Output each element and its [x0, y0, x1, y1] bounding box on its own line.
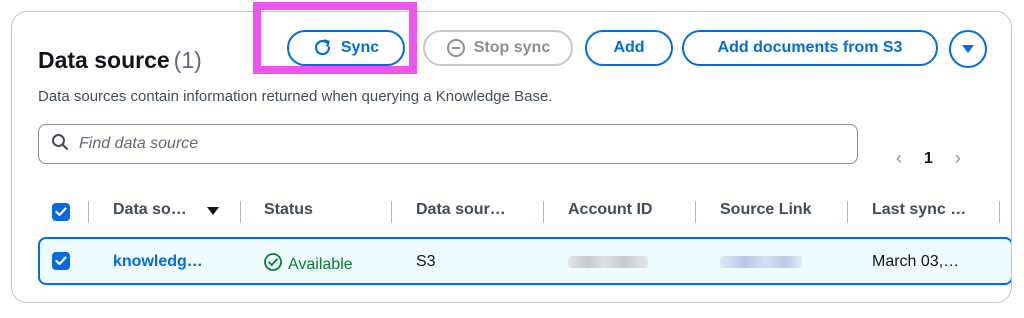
last-sync-date: March 03,…	[872, 253, 960, 270]
check-circle-icon	[264, 253, 282, 276]
add-label: Add	[613, 39, 645, 56]
page-number[interactable]: 1	[924, 150, 933, 168]
redacted-account-id	[568, 256, 648, 268]
search-input[interactable]	[79, 135, 839, 153]
column-header-status[interactable]: Status	[264, 201, 313, 219]
page-title: Data source (1)	[38, 47, 202, 74]
column-divider[interactable]	[999, 201, 1000, 223]
column-header-name[interactable]: Data so…	[113, 201, 187, 219]
column-divider[interactable]	[695, 201, 696, 223]
add-documents-button[interactable]: Add documents from S3	[682, 30, 938, 66]
refresh-icon	[313, 38, 333, 58]
add-documents-label: Add documents from S3	[717, 39, 903, 56]
column-divider[interactable]	[240, 201, 241, 223]
stop-sync-button[interactable]: Stop sync	[423, 30, 573, 66]
data-source-panel: Data source (1) Sync Stop sync Add Add do…	[11, 11, 1012, 303]
column-header-source-link[interactable]: Source Link	[720, 201, 812, 219]
search-field[interactable]	[38, 124, 858, 164]
column-header-data-source-type[interactable]: Data sour…	[416, 201, 506, 219]
table-header: Data so… Status Data sour… Account ID So…	[38, 197, 1011, 227]
status-badge: Available	[264, 253, 353, 276]
select-all-checkbox[interactable]	[52, 203, 70, 221]
column-divider[interactable]	[847, 201, 848, 223]
column-divider[interactable]	[391, 201, 392, 223]
pagination: ‹ 1 ›	[896, 148, 961, 169]
title-text: Data source	[38, 47, 170, 73]
chevron-left-icon[interactable]: ‹	[896, 148, 902, 169]
data-source-type: S3	[416, 253, 436, 270]
table-row[interactable]: knowledg… Available S3 March 03,…	[38, 237, 1011, 285]
column-header-account-id[interactable]: Account ID	[568, 201, 652, 219]
stop-icon	[446, 38, 466, 58]
search-icon	[51, 133, 69, 156]
chevron-right-icon[interactable]: ›	[955, 148, 961, 169]
sort-descending-icon[interactable]	[206, 203, 220, 221]
row-checkbox[interactable]	[52, 252, 70, 270]
redacted-source-link[interactable]	[720, 256, 802, 268]
more-actions-button[interactable]	[949, 30, 987, 68]
status-label: Available	[288, 255, 353, 273]
data-source-name-link[interactable]: knowledg…	[113, 253, 203, 271]
page-description: Data sources contain information returne…	[38, 88, 553, 105]
stop-sync-label: Stop sync	[473, 39, 551, 56]
title-count: (1)	[173, 47, 202, 73]
caret-down-icon	[961, 44, 975, 54]
sync-label: Sync	[340, 39, 380, 56]
column-divider	[88, 201, 89, 223]
sync-button[interactable]: Sync	[287, 30, 405, 66]
column-divider[interactable]	[543, 201, 544, 223]
add-button[interactable]: Add	[585, 30, 673, 66]
column-header-last-sync[interactable]: Last sync …	[872, 201, 966, 219]
